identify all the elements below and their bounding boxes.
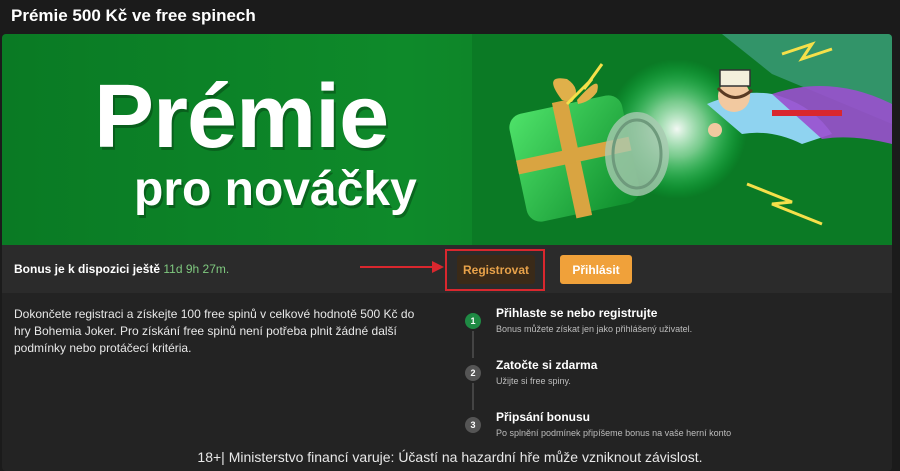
page-title: Prémie 500 Kč ve free spinech [11, 6, 256, 25]
step-subtitle: Po splnění podmínek připíšeme bonus na v… [496, 428, 732, 438]
pointer-arrow-icon [360, 261, 444, 273]
step-number-badge: 2 [465, 365, 481, 381]
bonus-details: Dokončete registraci a získejte 100 free… [2, 293, 892, 471]
bonus-availability: Bonus je k dispozici ještě 11d 9h 27m. [14, 262, 229, 276]
step-subtitle: Bonus můžete získat jen jako přihlášený … [496, 324, 693, 334]
login-button[interactable]: Přihlásit [560, 255, 632, 284]
step-title: Přihlaste se nebo registrujte [496, 306, 658, 320]
bonus-action-bar: Bonus je k dispozici ještě 11d 9h 27m. R… [2, 245, 892, 293]
banner-headline: Prémie [94, 67, 389, 167]
step-number-badge: 1 [465, 313, 481, 329]
bonus-steps: 1 Přihlaste se nebo registrujte Bonus mů… [465, 306, 885, 462]
register-button[interactable]: Registrovat [457, 255, 535, 284]
promo-banner: Prémie pro nováčky [2, 34, 892, 245]
coin-icon [605, 112, 669, 196]
page: Prémie 500 Kč ve free spinech Prémie pro… [0, 0, 900, 471]
step-connector [472, 383, 474, 410]
step-title: Připsání bonusu [496, 410, 591, 424]
step-title: Zatočte si zdarma [496, 358, 598, 372]
banner-subheadline: pro nováčky [134, 163, 417, 216]
banner-illustration [472, 34, 892, 245]
bonus-availability-label: Bonus je k dispozici ještě [14, 262, 161, 276]
step-item: 2 Zatočte si zdarma Užijte si free spiny… [465, 358, 885, 410]
bonus-countdown: 11d 9h 27m. [163, 262, 230, 276]
bonus-description: Dokončete registraci a získejte 100 free… [14, 307, 415, 355]
step-subtitle: Užijte si free spiny. [496, 376, 571, 386]
step-number-badge: 3 [465, 417, 481, 433]
step-connector [472, 331, 474, 358]
bonus-card: Prémie pro nováčky Bonus je k dispozici … [2, 34, 892, 471]
step-item: 1 Přihlaste se nebo registrujte Bonus mů… [465, 306, 885, 358]
gambling-warning: 18+| Ministerstvo financí varuje: Účastí… [197, 449, 703, 465]
banner-headline-group: Prémie pro nováčky [94, 72, 417, 214]
